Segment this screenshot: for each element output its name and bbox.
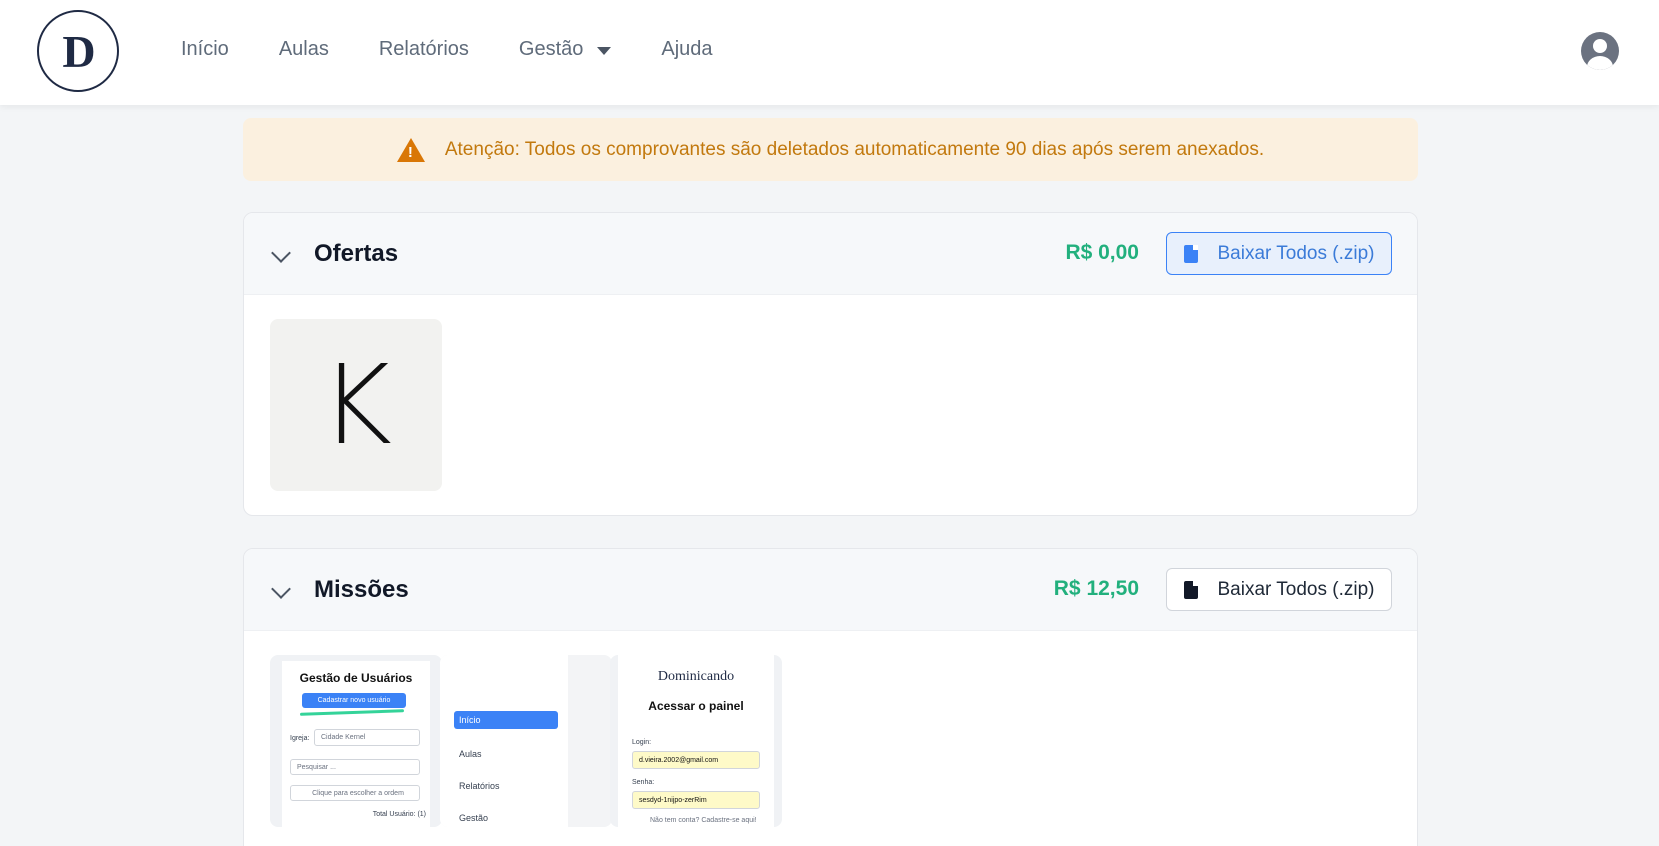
user-circle-icon[interactable] [1581, 32, 1619, 70]
section-header-ofertas[interactable]: Ofertas R$ 0,00 Baixar Todos (.zip) [244, 213, 1417, 295]
mini-menu-item: Início [454, 711, 558, 729]
user-body-shape [1587, 56, 1613, 70]
nav-label-aulas: Aulas [278, 38, 329, 60]
mini-total: Total Usuário: (1) [372, 811, 426, 818]
mini-label: Senha: [632, 779, 655, 786]
app-logo[interactable]: D [37, 10, 119, 92]
download-all-button[interactable]: Baixar Todos (.zip) [1166, 568, 1392, 611]
section-title: Missões [314, 576, 409, 603]
mini-search: Pesquisar ... [290, 759, 420, 775]
mini-title: Gestão de Usuários [299, 671, 413, 685]
section-header-missoes[interactable]: Missões R$ 12,50 Baixar Todos (.zip) [244, 549, 1417, 631]
warning-icon: ! [396, 137, 425, 162]
file-download-icon [1183, 244, 1198, 263]
download-all-button[interactable]: Baixar Todos (.zip) [1166, 232, 1392, 275]
download-label: Baixar Todos (.zip) [1217, 578, 1375, 600]
mini-login-field: d.vieira.2002@gmail.com [632, 751, 760, 769]
retention-alert: ! Atenção: Todos os comprovantes são del… [243, 118, 1418, 181]
mini-label: Login: [632, 739, 652, 746]
mini-login-panel: Dominicando Acessar o painel Login: d.vi… [618, 655, 774, 827]
thumbnail-letter: K [319, 341, 393, 469]
receipt-thumbnail[interactable]: Dominicando Acessar o painel Login: d.vi… [610, 655, 782, 827]
user-head-shape [1593, 39, 1607, 53]
nav-item-ajuda[interactable]: Ajuda [661, 38, 712, 61]
section-missoes: Missões R$ 12,50 Baixar Todos (.zip) Ges… [243, 548, 1418, 846]
nav-label-inicio: Início [181, 38, 229, 60]
nav-item-gestao[interactable]: Gestão [518, 38, 612, 61]
mini-menu-item: Aulas [459, 749, 482, 759]
section-title: Ofertas [314, 240, 399, 267]
mini-button: Cadastrar novo usuário [302, 693, 406, 708]
top-navbar: D Início Aulas Relatórios Gestão Ajuda [0, 0, 1659, 105]
highlight-stroke [299, 709, 405, 716]
mini-footer: Não tem conta? Cadastre-se aqui! [650, 817, 757, 824]
nav-item-inicio[interactable]: Início [181, 38, 229, 61]
file-download-icon [1183, 580, 1198, 599]
receipt-thumbnail[interactable]: Início Aulas Relatórios Gestão [440, 655, 612, 827]
mini-label: Igreja: [290, 735, 310, 742]
mini-menu-item: Gestão [459, 813, 489, 823]
mini-panel: Gestão de Usuários Cadastrar novo usuári… [282, 661, 430, 827]
section-amount: R$ 12,50 [1053, 577, 1139, 600]
nav-label-gestao: Gestão [518, 38, 584, 60]
nav-label-relatorios: Relatórios [378, 38, 469, 60]
download-label: Baixar Todos (.zip) [1217, 242, 1375, 264]
chevron-down-icon[interactable] [271, 243, 291, 263]
main-nav: Início Aulas Relatórios Gestão Ajuda [181, 38, 763, 61]
receipt-thumbnail[interactable]: Gestão de Usuários Cadastrar novo usuári… [270, 655, 442, 827]
nav-item-aulas[interactable]: Aulas [279, 38, 329, 61]
logo-letter: D [62, 25, 95, 77]
nav-item-relatorios[interactable]: Relatórios [379, 38, 469, 61]
receipt-thumbnail[interactable]: K [270, 319, 442, 491]
caret-down-icon [597, 46, 612, 55]
chevron-down-icon[interactable] [271, 579, 291, 599]
mini-title: Acessar o painel [648, 699, 744, 713]
mini-logo: Dominicando [657, 669, 735, 684]
mini-menu-panel: Início Aulas Relatórios Gestão [440, 655, 568, 827]
mini-password-field: sesdyd-1nijpo-zerRim [632, 791, 760, 809]
alert-text: Atenção: Todos os comprovantes são delet… [444, 138, 1265, 160]
nav-label-ajuda: Ajuda [661, 38, 713, 60]
mini-select: Cidade Kernel [314, 729, 420, 746]
mini-order: Clique para escolher a ordem [290, 785, 420, 801]
section-ofertas: Ofertas R$ 0,00 Baixar Todos (.zip) K [243, 212, 1418, 516]
mini-menu-item: Relatórios [459, 781, 500, 791]
section-amount: R$ 0,00 [1065, 241, 1139, 264]
